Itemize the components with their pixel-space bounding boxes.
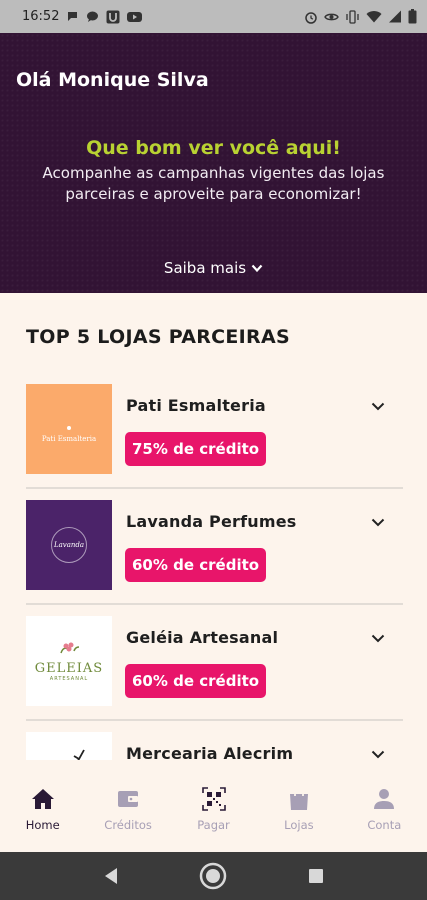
store-name: Pati Esmalteria [126, 396, 266, 415]
nav-label: Home [25, 818, 60, 832]
chevron-down-icon[interactable] [368, 514, 388, 530]
status-bar: 16:52 [0, 0, 427, 33]
store-list: Pati Esmalteria Pati Esmalteria 75% de c… [0, 384, 427, 760]
bottom-nav: Home Créditos Pagar Lojas Conta [0, 760, 427, 852]
store-logo [26, 732, 112, 760]
greeting: Olá Monique Silva [16, 69, 209, 91]
wifi-icon [366, 10, 382, 23]
store-name: Lavanda Perfumes [126, 512, 297, 531]
nav-label: Créditos [104, 818, 152, 832]
store-logo-subtext: ARTESANAL [49, 675, 89, 682]
wallet-icon [117, 786, 139, 812]
nav-label: Pagar [197, 818, 230, 832]
divider [26, 603, 403, 605]
nav-lojas[interactable]: Lojas [256, 760, 341, 852]
shopping-bag-icon [288, 786, 310, 812]
qr-code-icon [201, 786, 226, 812]
store-logo: Pati Esmalteria [26, 384, 112, 474]
learn-more-label: Saiba mais [163, 259, 247, 277]
rosemary-icon [73, 749, 85, 760]
chevron-down-icon [251, 259, 263, 277]
nav-home[interactable]: Home [0, 760, 85, 852]
flower-icon [60, 642, 80, 653]
back-button[interactable] [91, 856, 131, 896]
list-item[interactable]: GELEIAS ARTESANAL Geléia Artesanal 60% d… [0, 616, 427, 732]
home-circle-icon [200, 862, 227, 890]
section-title: TOP 5 LOJAS PARCEIRAS [26, 326, 290, 348]
store-logo-text: GELEIAS [34, 660, 104, 676]
divider [26, 719, 403, 721]
alarm-icon [304, 10, 318, 24]
chevron-down-icon[interactable] [368, 630, 388, 646]
store-logo: Lavanda [26, 500, 112, 590]
chat-bubble-icon [66, 10, 79, 23]
system-nav-bar [0, 852, 427, 900]
hero-headline: Que bom ver você aqui! [86, 137, 341, 159]
recents-square-icon [308, 869, 323, 883]
credit-badge: 75% de crédito [125, 432, 267, 466]
store-name: Geléia Artesanal [126, 628, 279, 647]
chevron-down-icon[interactable] [368, 746, 388, 760]
store-logo-text: Lavanda [53, 541, 85, 549]
nav-label: Lojas [284, 818, 314, 832]
flower-icon [67, 425, 71, 430]
recents-button[interactable] [296, 856, 336, 896]
message-icon [86, 10, 99, 23]
hero-subtitle: Acompanhe as campanhas vigentes das loja… [42, 164, 385, 203]
credit-badge: 60% de crédito [125, 664, 267, 698]
list-item[interactable]: Mercearia Alecrim [0, 732, 427, 760]
u-app-icon [106, 10, 120, 24]
store-name: Mercearia Alecrim [126, 744, 294, 760]
home-icon [31, 786, 55, 812]
nav-pagar[interactable]: Pagar [171, 760, 256, 852]
battery-icon [408, 9, 417, 24]
nav-creditos[interactable]: Créditos [85, 760, 170, 852]
learn-more-button[interactable]: Saiba mais [0, 259, 427, 277]
nav-conta[interactable]: Conta [342, 760, 427, 852]
list-item[interactable]: Pati Esmalteria Pati Esmalteria 75% de c… [0, 384, 427, 500]
home-system-button[interactable] [193, 856, 233, 896]
credit-badge: 60% de crédito [125, 548, 267, 582]
user-icon [374, 786, 395, 812]
back-triangle-icon [105, 868, 118, 884]
youtube-icon [127, 11, 143, 23]
divider [26, 487, 403, 489]
nav-label: Conta [367, 818, 402, 832]
store-logo: GELEIAS ARTESANAL [26, 616, 112, 706]
status-time: 16:52 [22, 9, 60, 24]
list-item[interactable]: Lavanda Lavanda Perfumes 60% de crédito [0, 500, 427, 616]
vibrate-icon [345, 9, 360, 24]
store-logo-text: Pati Esmalteria [41, 434, 97, 443]
signal-icon [388, 10, 402, 23]
chevron-down-icon[interactable] [368, 398, 388, 414]
eye-icon [324, 11, 339, 23]
hero-banner: Olá Monique Silva Que bom ver você aqui!… [0, 33, 427, 293]
